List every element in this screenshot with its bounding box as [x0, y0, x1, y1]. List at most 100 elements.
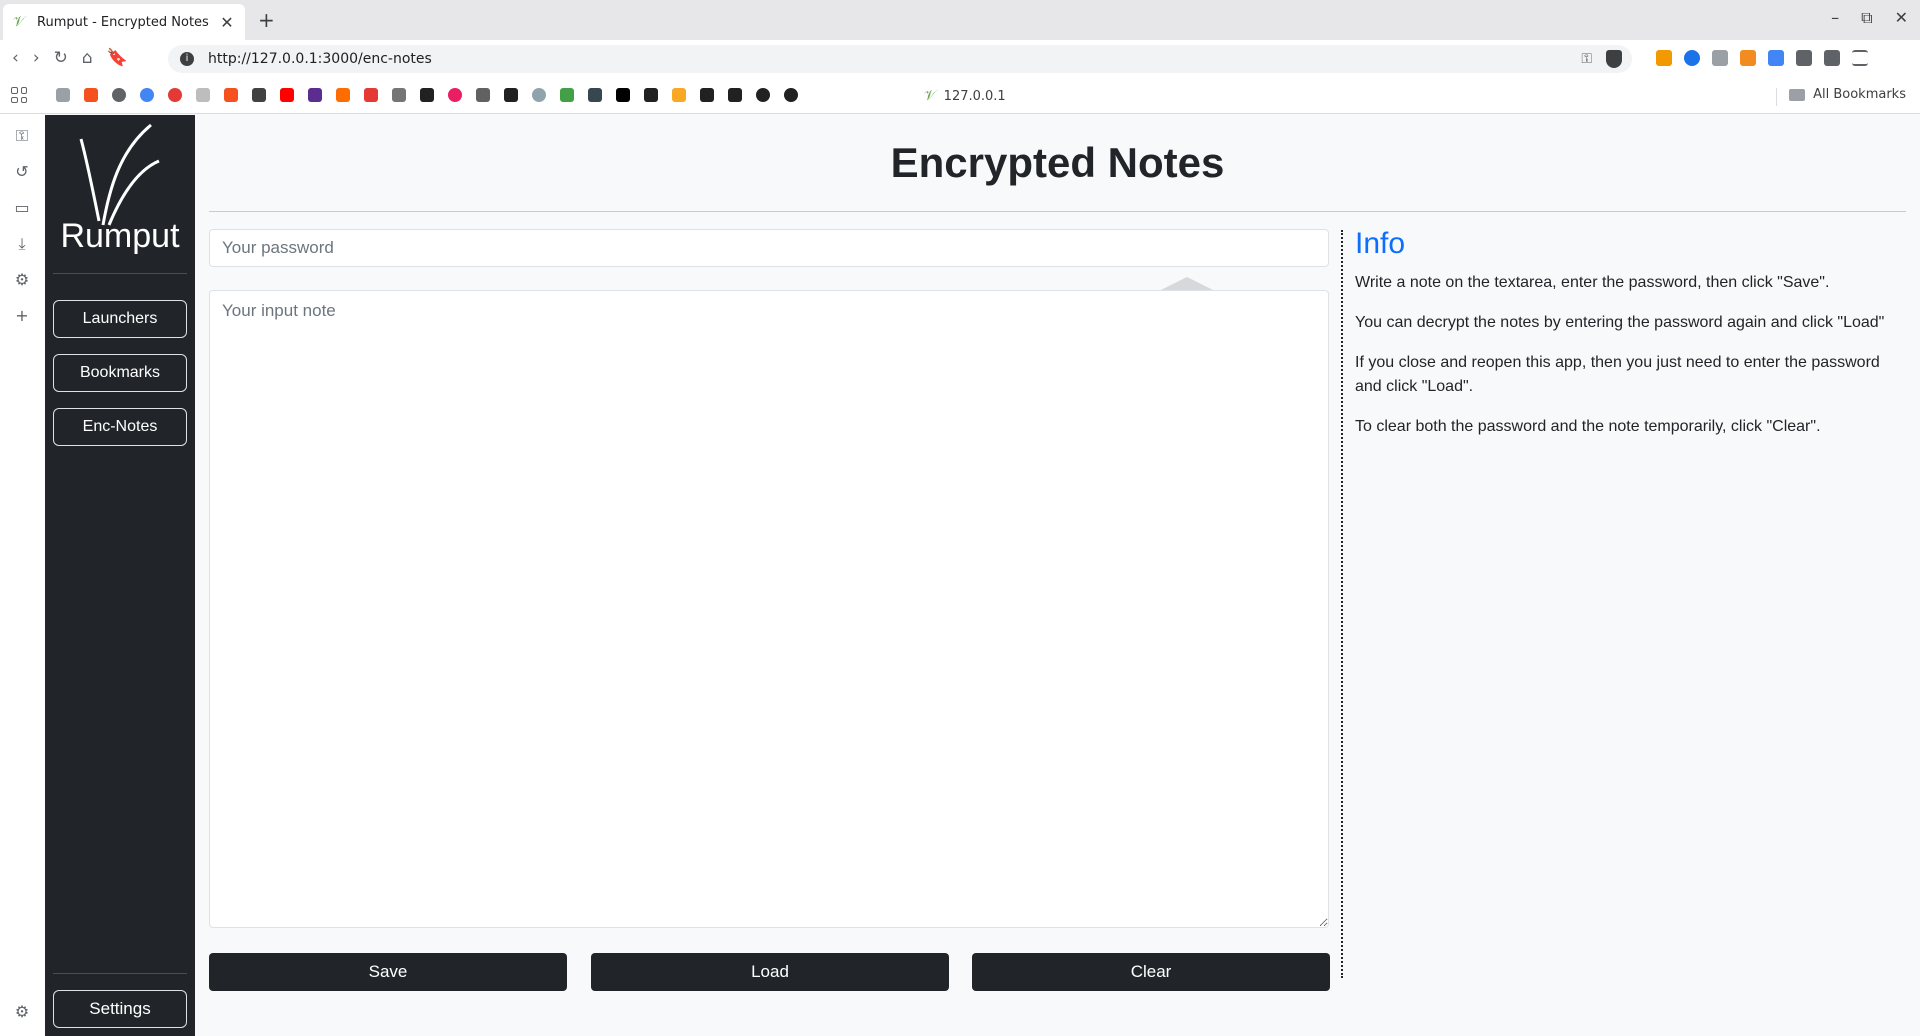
rumput-bookmark-icon: 𝒱	[924, 88, 936, 104]
password-input[interactable]	[209, 229, 1329, 267]
all-bookmarks[interactable]: All Bookmarks	[1789, 87, 1906, 102]
bookmark-grid-icon[interactable]	[392, 88, 406, 102]
bookmark-icon[interactable]: 🔖	[107, 48, 128, 68]
apps-grid-icon[interactable]	[11, 87, 27, 103]
key-icon[interactable]: ⚿	[1581, 51, 1592, 67]
steam-icon[interactable]	[532, 88, 546, 102]
bookmark-stack-icon[interactable]	[644, 88, 658, 102]
info-paragraph: You can decrypt the notes by entering th…	[1355, 314, 1885, 331]
youtube-icon[interactable]	[280, 88, 294, 102]
bookmark-sm-icon[interactable]	[252, 88, 266, 102]
clear-button[interactable]: Clear	[972, 953, 1330, 991]
new-tab-button[interactable]: +	[258, 8, 275, 32]
note-textarea[interactable]	[209, 290, 1329, 928]
tab-title: Rumput - Encrypted Notes	[37, 14, 209, 30]
settings-button[interactable]: Settings	[53, 990, 187, 1028]
bookmark-red-icon[interactable]	[168, 88, 182, 102]
bookmark-square-icon[interactable]	[700, 88, 714, 102]
info-panel: Info Write a note on the textarea, enter…	[1355, 227, 1895, 455]
bookmark-pink-icon[interactable]	[448, 88, 462, 102]
bookmark-localhost-label: 127.0.0.1	[943, 88, 1006, 104]
reload-icon[interactable]: ↻	[54, 48, 68, 68]
bookmark-icons	[56, 88, 798, 102]
info-paragraph: To clear both the password and the note …	[1355, 418, 1821, 435]
maximize-icon[interactable]: ⧉	[1861, 8, 1872, 28]
bookmark-square2-icon[interactable]	[728, 88, 742, 102]
site-info-icon[interactable]: i	[180, 52, 194, 66]
nav-bookmarks-button[interactable]: Bookmarks	[53, 354, 187, 392]
translate-icon[interactable]	[1768, 50, 1784, 66]
bookmark-shield-icon[interactable]	[364, 88, 378, 102]
info-paragraph: If you close and reopen this app, then y…	[1355, 354, 1880, 395]
history-icon[interactable]: ↺	[12, 162, 32, 181]
bookmark-localhost[interactable]: 𝒱 127.0.0.1	[924, 88, 1006, 104]
url-text[interactable]: http://127.0.0.1:3000/enc-notes	[208, 51, 1581, 67]
passwords-icon[interactable]: ⚿	[12, 126, 32, 146]
bookmarks-bar: 𝒱 127.0.0.1 All Bookmarks	[0, 78, 1920, 114]
extension-icons	[1656, 50, 1868, 66]
rumput-favicon-icon: 𝒱	[13, 14, 25, 30]
title-divider	[209, 211, 1906, 212]
info-divider	[1341, 230, 1343, 978]
nav-enc-notes-button[interactable]: Enc-Notes	[53, 408, 187, 446]
app-sidebar: Rumput Launchers Bookmarks Enc-Notes	[45, 115, 195, 1036]
main-content: Encrypted Notes Save Load Clear Info Wri…	[195, 115, 1920, 1036]
downloads-icon[interactable]: ⤓	[12, 234, 32, 254]
info-paragraph: Write a note on the textarea, enter the …	[1355, 274, 1830, 291]
bookmark-x-icon[interactable]	[504, 88, 518, 102]
bookmark-yellow-icon[interactable]	[672, 88, 686, 102]
panel-settings-icon[interactable]: ⚙	[12, 270, 32, 289]
browser-tab[interactable]: 𝒱 Rumput - Encrypted Notes ✕	[3, 4, 245, 40]
page-title: Encrypted Notes	[890, 139, 1225, 186]
puzzle-icon[interactable]	[1796, 50, 1812, 66]
bottom-settings-icon[interactable]: ⚙	[12, 1002, 32, 1021]
nav-launchers-button[interactable]: Launchers	[53, 300, 187, 338]
bookmarks-divider	[1776, 88, 1777, 106]
back-icon[interactable]: ‹	[12, 48, 19, 68]
browser-side-panel: ⚿ ↺ ▭ ⤓ ⚙ + ⚙	[0, 114, 45, 1036]
brave-shield-icon[interactable]	[1606, 50, 1622, 68]
bookmark-apps-icon[interactable]	[476, 88, 490, 102]
all-bookmarks-label: All Bookmarks	[1813, 87, 1906, 102]
bookmark-w-icon[interactable]	[308, 88, 322, 102]
sidebar-divider	[53, 273, 187, 274]
window-controls: – ⧉ ✕	[1831, 8, 1908, 28]
x-twitter-icon[interactable]	[616, 88, 630, 102]
google-icon[interactable]	[140, 88, 154, 102]
forward-icon[interactable]: ›	[33, 48, 40, 68]
extension-orange-icon[interactable]	[1740, 50, 1756, 66]
camera-icon[interactable]	[1712, 50, 1728, 66]
load-button[interactable]: Load	[591, 953, 949, 991]
brand-name: Rumput	[60, 217, 180, 255]
bookmark-doc-icon[interactable]	[56, 88, 70, 102]
bookmark-orange2-icon[interactable]	[336, 88, 350, 102]
bookmark-page-icon[interactable]	[196, 88, 210, 102]
menu-icon[interactable]	[1852, 50, 1868, 66]
bookmark-half-circle2-icon[interactable]	[784, 88, 798, 102]
info-title: Info	[1355, 227, 1406, 260]
bookmark-box-icon[interactable]	[588, 88, 602, 102]
browser-tabbar: 𝒱 Rumput - Encrypted Notes ✕ + – ⧉ ✕	[0, 0, 1920, 40]
nav-buttons: ‹ › ↻ ⌂ 🔖	[12, 48, 128, 68]
close-window-icon[interactable]: ✕	[1895, 8, 1908, 28]
password-dropdown-caret-icon	[1161, 277, 1213, 290]
bitcoin-icon[interactable]	[1684, 50, 1700, 66]
bookmark-dark-icon[interactable]	[420, 88, 434, 102]
bookmark-b-icon[interactable]	[224, 88, 238, 102]
save-button[interactable]: Save	[209, 953, 567, 991]
tab-close-icon[interactable]: ✕	[219, 13, 235, 32]
browser-navbar: ‹ › ↻ ⌂ 🔖 i http://127.0.0.1:3000/enc-no…	[0, 40, 1920, 78]
minimize-icon[interactable]: –	[1831, 8, 1839, 28]
add-panel-icon[interactable]: +	[12, 306, 32, 325]
folder-icon	[1789, 88, 1806, 101]
rss-icon[interactable]	[1656, 50, 1672, 66]
bookmark-green-icon[interactable]	[560, 88, 574, 102]
bookmark-half-circle-icon[interactable]	[756, 88, 770, 102]
sidebar-toggle-icon[interactable]	[1824, 50, 1840, 66]
settings-divider	[53, 973, 187, 974]
reading-list-icon[interactable]: ▭	[12, 198, 32, 217]
home-icon[interactable]: ⌂	[82, 48, 93, 68]
bookmark-circle-icon[interactable]	[112, 88, 126, 102]
address-bar[interactable]: i http://127.0.0.1:3000/enc-notes ⚿	[168, 45, 1632, 73]
bookmark-orange-icon[interactable]	[84, 88, 98, 102]
